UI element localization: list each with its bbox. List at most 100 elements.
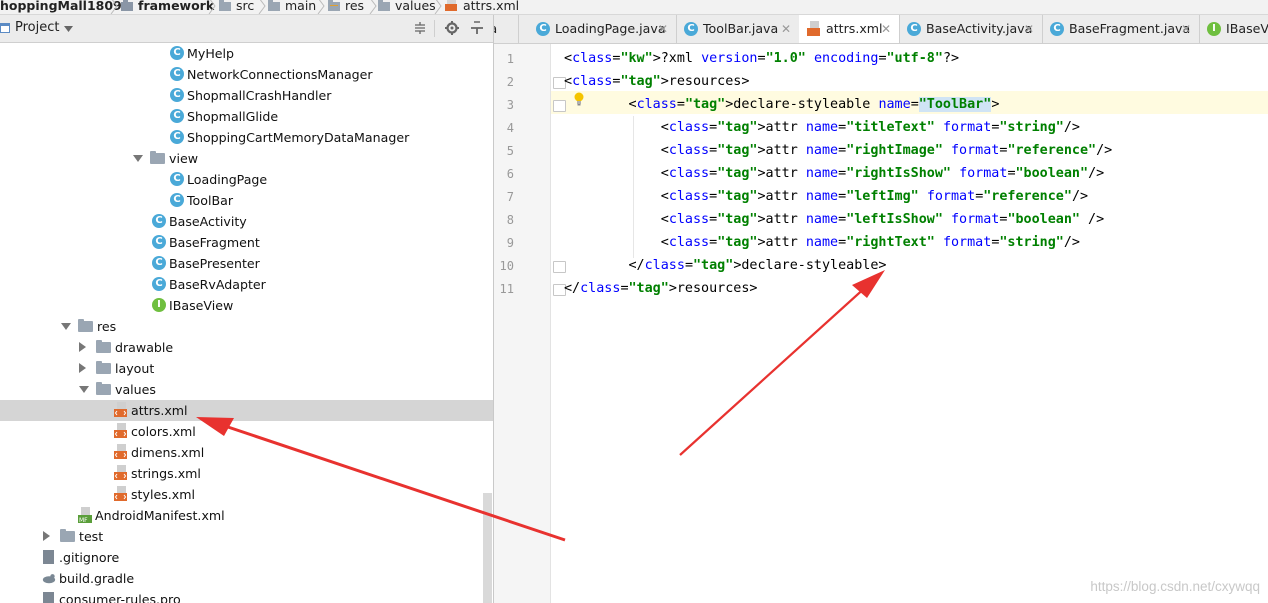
tree-item[interactable]: I IBaseView [0, 295, 493, 316]
tree-item[interactable]: consumer-rules.pro [0, 589, 493, 603]
chevron-right-icon[interactable] [43, 531, 50, 541]
hide-panel-icon[interactable] [470, 21, 484, 35]
line-number: 11 [499, 282, 514, 296]
breadcrumb-src[interactable]: src [236, 0, 254, 14]
dropdown-arrow-icon[interactable] [64, 26, 73, 32]
code-line[interactable]: </class="tag">declare-styleable> [564, 256, 886, 276]
project-view-title: Project [15, 20, 60, 35]
chevron-down-icon[interactable] [133, 155, 143, 162]
tree-item[interactable]: C BaseActivity [0, 211, 493, 232]
code-line[interactable]: <class="tag">resources> [564, 72, 749, 92]
editor-tab[interactable]: attrs.xml ✕ [799, 15, 900, 43]
tree-item[interactable]: strings.xml [0, 463, 493, 484]
editor-tab[interactable]: I IBaseVi [1199, 15, 1268, 43]
code-line[interactable]: <class="tag">attr name="rightImage" form… [564, 141, 1113, 161]
collapse-all-icon[interactable] [413, 21, 427, 35]
code-line[interactable]: <class="tag">attr name="rightText" forma… [564, 233, 1080, 253]
editor-tab[interactable]: va [494, 15, 519, 43]
code-line[interactable]: <class="tag">attr name="titleText" forma… [564, 118, 1080, 138]
tree-item[interactable]: colors.xml [0, 421, 493, 442]
code-line[interactable]: <class="tag">attr name="leftIsShow" form… [564, 210, 1104, 230]
tree-item[interactable]: res [0, 316, 493, 337]
tree-item-label: drawable [115, 340, 174, 355]
editor-gutter: 1 2 3 4 5 6 7 8 9 10 11 [494, 44, 551, 603]
chevron-down-icon[interactable] [79, 386, 89, 393]
tree-item[interactable]: dimens.xml [0, 442, 493, 463]
module-folder-icon [121, 0, 133, 11]
chevron-right-icon [317, 0, 325, 14]
tree-item-label: res [97, 319, 117, 334]
chevron-right-icon [434, 0, 442, 14]
tree-item[interactable]: C ShopmallCrashHandler [0, 85, 493, 106]
tree-item[interactable]: C BasePresenter [0, 253, 493, 274]
line-number: 2 [506, 75, 514, 89]
svg-text:MF: MF [79, 517, 88, 523]
breadcrumb-module[interactable]: framework [138, 0, 214, 14]
tree-item[interactable]: C BaseRvAdapter [0, 274, 493, 295]
project-scrollbar[interactable] [483, 493, 492, 603]
breadcrumb-res[interactable]: res [345, 0, 364, 14]
editor-tab[interactable]: C BaseFragment.java ✕ [1042, 15, 1200, 43]
breadcrumb-main[interactable]: main [285, 0, 316, 14]
xml-file-icon [114, 402, 127, 417]
tree-item[interactable]: view [0, 148, 493, 169]
tree-item[interactable]: C ToolBar [0, 190, 493, 211]
lightbulb-icon[interactable] [574, 92, 584, 106]
class-icon: C [907, 22, 921, 36]
tree-item-label: IBaseView [169, 298, 234, 313]
breadcrumb-project[interactable]: hoppingMall1809 [0, 0, 122, 14]
tree-item[interactable]: C NetworkConnectionsManager [0, 64, 493, 85]
code-line[interactable]: <class="tag">declare-styleable name="Too… [564, 95, 999, 115]
editor-tab[interactable]: C ToolBar.java ✕ [676, 15, 800, 43]
tree-item-label: MyHelp [187, 46, 235, 61]
close-icon[interactable]: ✕ [1181, 15, 1191, 43]
tree-item-label: build.gradle [59, 571, 135, 586]
breadcrumb-values[interactable]: values [395, 0, 436, 14]
chevron-down-icon[interactable] [61, 323, 71, 330]
chevron-right-icon[interactable] [79, 363, 86, 373]
tree-item[interactable]: layout [0, 358, 493, 379]
tree-item[interactable]: C ShopmallGlide [0, 106, 493, 127]
close-icon[interactable]: ✕ [1024, 15, 1034, 43]
project-panel-header: Project [0, 15, 493, 43]
close-icon[interactable]: ✕ [658, 15, 668, 43]
tree-item[interactable]: C LoadingPage [0, 169, 493, 190]
tree-item-label: AndroidManifest.xml [95, 508, 225, 523]
toolbar-divider [434, 20, 435, 37]
code-editor[interactable]: 1 2 3 4 5 6 7 8 9 10 11 <class="kw">?xml version="… [494, 44, 1268, 603]
tree-item-label: attrs.xml [131, 403, 188, 418]
tree-item[interactable]: styles.xml [0, 484, 493, 505]
class-icon: C [1050, 22, 1064, 36]
tree-item[interactable]: C MyHelp [0, 43, 493, 64]
tree-item[interactable]: C BaseFragment [0, 232, 493, 253]
tree-item[interactable]: attrs.xml [0, 400, 493, 421]
tree-item[interactable]: test [0, 526, 493, 547]
tree-item[interactable]: .gitignore [0, 547, 493, 568]
tab-label: BaseFragment.java [1069, 21, 1191, 36]
tree-item[interactable]: C ShoppingCartMemoryDataManager [0, 127, 493, 148]
editor-tab[interactable]: C BaseActivity.java ✕ [899, 15, 1043, 43]
tree-item[interactable]: values [0, 379, 493, 400]
class-icon: C [170, 109, 184, 123]
tree-item[interactable]: MF AndroidManifest.xml [0, 505, 493, 526]
gear-icon[interactable] [445, 21, 459, 35]
tree-item[interactable]: drawable [0, 337, 493, 358]
watermark: https://blog.csdn.net/cxywqq [1090, 579, 1260, 594]
close-icon[interactable]: ✕ [781, 15, 791, 43]
xml-file-icon [114, 444, 127, 459]
line-number: 9 [506, 236, 514, 250]
breadcrumb-file[interactable]: attrs.xml [463, 0, 519, 14]
tree-item-label: ShopmallCrashHandler [187, 88, 332, 103]
code-line[interactable]: </class="tag">resources> [564, 279, 758, 299]
editor-tab[interactable]: C LoadingPage.java ✕ [528, 15, 677, 43]
close-icon[interactable]: ✕ [881, 15, 891, 43]
chevron-right-icon[interactable] [79, 342, 86, 352]
chevron-right-icon [208, 0, 216, 14]
code-line[interactable]: <class="tag">attr name="rightIsShow" for… [564, 164, 1104, 184]
tree-item[interactable]: build.gradle [0, 568, 493, 589]
line-number: 5 [506, 144, 514, 158]
tab-label: IBaseVi [1226, 21, 1268, 36]
code-line[interactable]: <class="kw">?xml version="1.0" encoding=… [564, 49, 959, 69]
chevron-right-icon [369, 0, 377, 14]
code-line[interactable]: <class="tag">attr name="leftImg" format=… [564, 187, 1088, 207]
